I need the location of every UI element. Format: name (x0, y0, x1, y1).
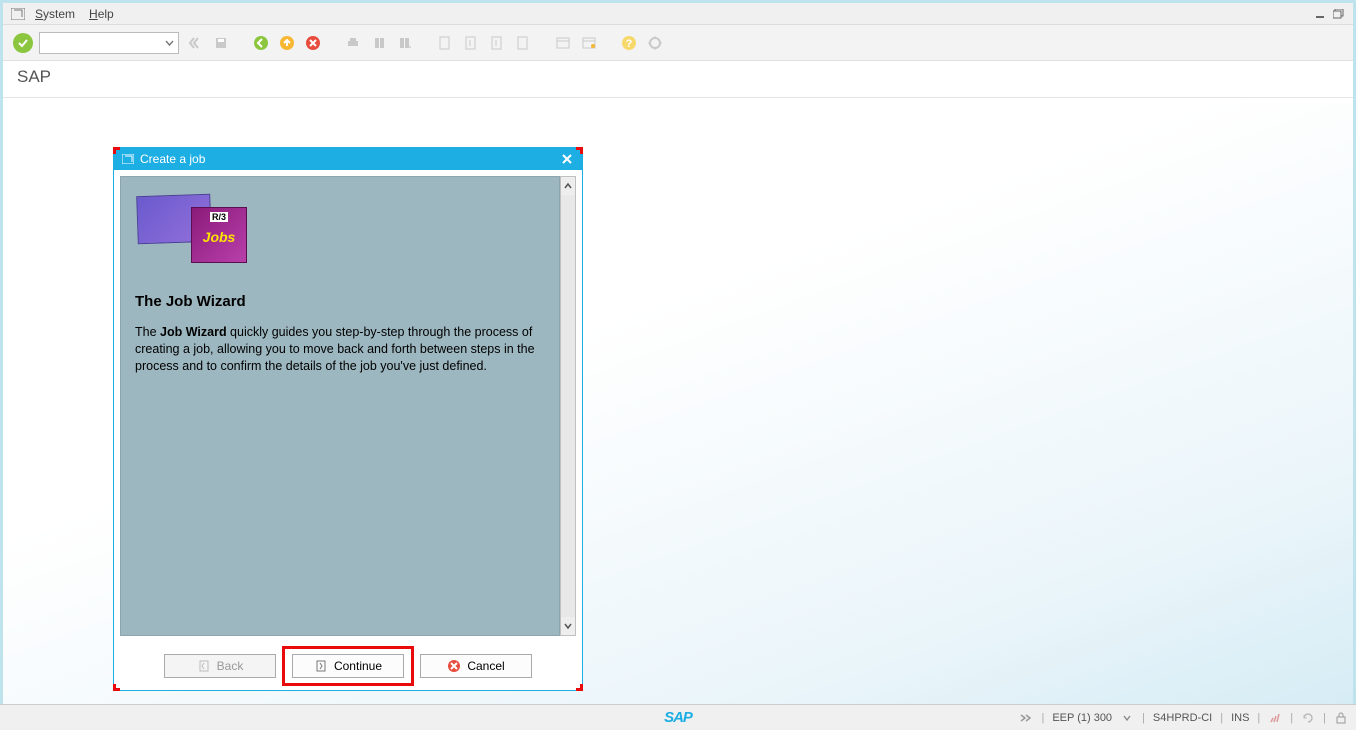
page-title: SAP (3, 61, 1353, 98)
cancel-button[interactable]: Cancel (420, 654, 532, 678)
help-icon[interactable]: ? (619, 33, 639, 53)
jobs-label: Jobs (192, 229, 246, 245)
create-shortcut-icon[interactable] (579, 33, 599, 53)
status-refresh-icon[interactable] (1301, 711, 1315, 725)
scroll-down-icon[interactable] (561, 617, 575, 635)
chevron-down-icon[interactable] (1120, 711, 1134, 725)
status-expand-icon[interactable] (1019, 711, 1033, 725)
dialog-title: Create a job (140, 152, 205, 166)
svg-text:?: ? (626, 38, 633, 50)
page-forward-icon (314, 659, 328, 673)
cancel-label: Cancel (467, 659, 504, 673)
menubar: System Help (3, 3, 1353, 25)
minimize-button[interactable] (1312, 7, 1328, 21)
main-window: System Help ? SAP (0, 0, 1356, 704)
cancel-icon (447, 659, 461, 673)
last-page-icon[interactable] (513, 33, 533, 53)
find-icon[interactable] (369, 33, 389, 53)
status-system: EEP (1) 300 (1052, 712, 1112, 724)
toolbar-back-icon[interactable] (185, 33, 205, 53)
wizard-heading: The Job Wizard (135, 293, 545, 310)
prev-page-icon[interactable] (461, 33, 481, 53)
restore-button[interactable] (1331, 7, 1347, 21)
save-icon[interactable] (211, 33, 231, 53)
sap-logo: SAP (664, 709, 692, 726)
scroll-up-icon[interactable] (561, 177, 575, 195)
dialog-close-button[interactable] (558, 150, 576, 168)
find-next-icon[interactable] (395, 33, 415, 53)
menu-help-label: elp (98, 7, 114, 21)
create-job-dialog: Create a job R/3 Jobs The Job Wizard (113, 147, 583, 691)
dialog-title-icon (120, 151, 136, 167)
status-signal-icon[interactable] (1268, 711, 1282, 725)
next-page-icon[interactable] (487, 33, 507, 53)
content-area: Create a job R/3 Jobs The Job Wizard (3, 103, 1353, 704)
app-menu-icon[interactable] (9, 5, 27, 23)
status-server: S4HPRD-CI (1153, 712, 1212, 724)
print-icon[interactable] (343, 33, 363, 53)
back-button[interactable]: Back (164, 654, 276, 678)
nav-cancel-icon[interactable] (303, 33, 323, 53)
new-session-icon[interactable] (553, 33, 573, 53)
continue-button[interactable]: Continue (292, 654, 404, 678)
first-page-icon[interactable] (435, 33, 455, 53)
status-mode: INS (1231, 712, 1249, 724)
nav-back-icon[interactable] (251, 33, 271, 53)
menu-system[interactable]: System (35, 7, 75, 21)
dialog-scrollbar[interactable] (560, 176, 576, 636)
dialog-body: R/3 Jobs The Job Wizard The Job Wizard q… (114, 170, 582, 642)
page-back-icon (197, 659, 211, 673)
jobs-logo-graphic: R/3 Jobs (135, 193, 245, 273)
back-label: Back (217, 659, 244, 673)
dropdown-icon (165, 38, 174, 47)
status-lock-icon[interactable] (1334, 711, 1348, 725)
dialog-footer: Back Continue Cancel (120, 648, 576, 684)
command-field[interactable] (39, 32, 179, 54)
wizard-panel: R/3 Jobs The Job Wizard The Job Wizard q… (120, 176, 560, 636)
toolbar: ? (3, 25, 1353, 61)
enter-button[interactable] (13, 33, 33, 53)
nav-exit-icon[interactable] (277, 33, 297, 53)
statusbar: SAP | EEP (1) 300 | S4HPRD-CI | INS | | … (0, 704, 1356, 730)
menu-system-label: ystem (43, 7, 75, 21)
continue-label: Continue (334, 659, 382, 673)
wizard-description: The Job Wizard quickly guides you step-b… (135, 324, 545, 375)
menu-help[interactable]: Help (89, 7, 114, 21)
r3-badge: R/3 (210, 212, 228, 222)
dialog-titlebar: Create a job (114, 148, 582, 170)
customize-icon[interactable] (645, 33, 665, 53)
